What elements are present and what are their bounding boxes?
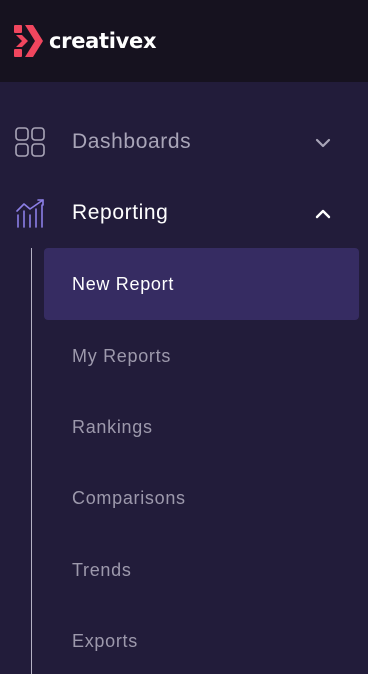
submenu-item-comparisons[interactable]: Comparisons	[44, 462, 359, 534]
nav-group-label: Reporting	[72, 201, 169, 224]
submenu-item-my-reports[interactable]: My Reports	[44, 320, 359, 392]
submenu-tree-line	[31, 248, 32, 674]
grid-icon	[15, 127, 45, 157]
creativex-logo-icon	[14, 25, 43, 57]
chevron-down-icon	[315, 138, 331, 148]
submenu-item-exports[interactable]: Exports	[44, 605, 359, 674]
nav-group-dashboards[interactable]: Dashboards	[0, 114, 368, 170]
submenu-item-new-report[interactable]: New Report	[44, 248, 359, 320]
nav-group-label: Dashboards	[72, 130, 192, 153]
submenu-item-label: My Reports	[72, 346, 172, 366]
submenu-item-label: Rankings	[72, 417, 153, 437]
creativex-logo[interactable]: creativex	[13, 24, 157, 58]
top-bar: creativex	[0, 0, 368, 82]
chevron-up-icon	[315, 209, 331, 219]
submenu-item-label: Comparisons	[72, 488, 186, 508]
sidebar: creativex Dashboards Reporting New Repor…	[0, 0, 368, 674]
submenu-item-label: New Report	[72, 274, 175, 294]
logo-text: creativex	[49, 29, 157, 53]
nav-group-reporting[interactable]: Reporting	[0, 185, 368, 241]
submenu-item-label: Exports	[72, 631, 138, 651]
submenu-item-trends[interactable]: Trends	[44, 534, 359, 606]
submenu-item-rankings[interactable]: Rankings	[44, 391, 359, 463]
chart-icon	[16, 199, 44, 228]
submenu-item-label: Trends	[72, 560, 132, 580]
